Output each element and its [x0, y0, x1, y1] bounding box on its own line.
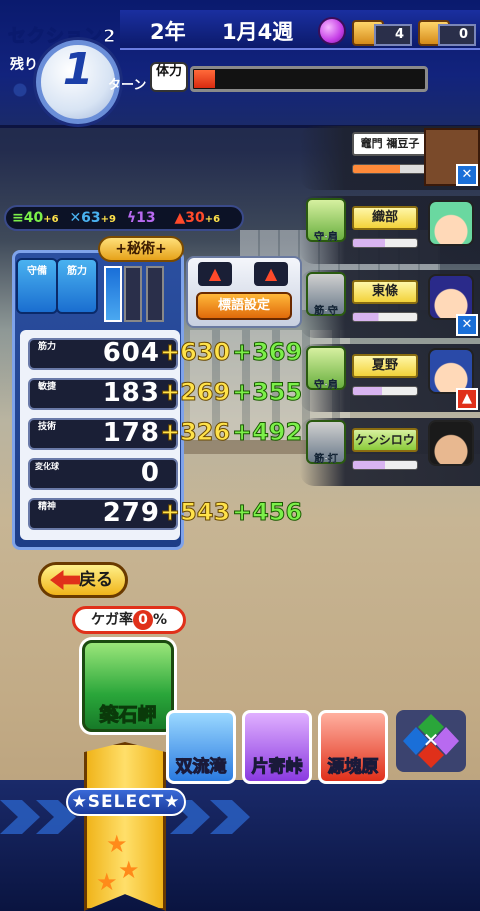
technique-points-icon: ≡	[12, 210, 24, 226]
event-marker-icon[interactable]: ✕	[456, 164, 478, 186]
flame-icon: ▲	[198, 262, 232, 286]
week-date-label: 1月4週	[222, 20, 294, 44]
chest-count: 4	[374, 24, 412, 46]
character-portrait	[428, 420, 474, 466]
power-stat-icon: 筋力	[37, 342, 56, 352]
character-bond-bar	[352, 460, 418, 470]
gold-chest-count: 0	[438, 24, 476, 46]
select-button[interactable]: ★SELECT★	[66, 788, 186, 816]
character-bond-bar	[352, 386, 418, 396]
skill-label: 守備	[27, 266, 47, 277]
character-bond-bar	[352, 164, 432, 174]
technique-stat-icon: 技術	[37, 422, 56, 432]
resource-bonus: +6	[204, 214, 221, 225]
defense-skill-card[interactable]: 守備	[16, 258, 58, 314]
spirit-stat-icon: 精神	[37, 502, 56, 512]
compass-cross-icon[interactable]: ✕	[396, 710, 466, 772]
character-name: 竈門 禰豆子	[352, 132, 428, 156]
character-bond-bar	[352, 238, 418, 248]
remaining-label: 残り	[10, 57, 38, 73]
stat-value: 183	[102, 378, 160, 408]
skill-gauge	[104, 266, 122, 322]
star-icon: ★	[106, 830, 128, 858]
spirit-points-icon: ϟ	[126, 210, 137, 226]
stamina-bar	[190, 66, 428, 92]
injury-value: 0	[132, 610, 153, 630]
character-name: 織部	[352, 206, 418, 230]
training-tag: 守·肩	[306, 198, 346, 243]
location-label: 築石岬	[99, 704, 157, 727]
resource-value: 30	[185, 210, 205, 226]
stamina-label: 体力	[150, 62, 188, 92]
injury-unit: %	[152, 612, 168, 628]
stat-bonus-primary: +543	[159, 498, 231, 527]
slogan-settings-button[interactable]: 標語設定	[196, 292, 292, 320]
location-label: 源塊原	[327, 757, 379, 778]
location-label: 双流滝	[175, 757, 227, 778]
injury-rate-badge: ケガ率 0%	[72, 606, 186, 634]
resource-value: 40	[23, 210, 44, 226]
breaking-ball-stat-icon: 変化球	[35, 462, 59, 471]
stat-bonus-primary: +326	[159, 418, 231, 447]
secret-art-button[interactable]: +秘術+	[98, 236, 184, 262]
power-skill-card[interactable]: 筋力	[56, 258, 98, 314]
character-name: 東條	[352, 280, 418, 304]
year-label: 2年	[150, 20, 186, 44]
stat-bonus-secondary: +369	[231, 338, 303, 367]
skill-label: 筋力	[67, 266, 87, 277]
stat-bonus-secondary: +355	[231, 378, 303, 407]
stat-bonus-secondary: +456	[231, 498, 303, 527]
stat-value: 279	[102, 498, 160, 528]
turn-unit-label: ターン	[108, 78, 147, 93]
resource-points-bar: ≡40+6 ✕63+9 ϟ13 ▲30+6	[4, 205, 244, 231]
agility-stat-icon: 敏捷	[37, 382, 56, 392]
training-tag: 守·肩	[306, 346, 346, 391]
skill-gauge	[124, 266, 142, 322]
star-icon: ★	[96, 868, 118, 896]
skill-gauge	[146, 266, 164, 322]
character-bond-bar	[352, 312, 418, 322]
character-name: ケンシロウ	[352, 428, 418, 452]
training-tag: 筋·打	[306, 420, 346, 465]
character-portrait	[428, 200, 474, 246]
stat-bonus-primary: +269	[159, 378, 231, 407]
power-points-icon: ▲	[174, 210, 186, 226]
character-name: 夏野	[352, 354, 418, 378]
resource-value: 63	[81, 210, 101, 226]
training-tag: 筋·守	[306, 272, 346, 317]
flame-icon: ▲	[254, 262, 288, 286]
svg-text:✕: ✕	[423, 728, 440, 752]
stat-bonus-secondary: +492	[231, 418, 303, 447]
stamina-bar-fill	[194, 70, 215, 88]
event-marker-icon[interactable]: ▲	[456, 388, 478, 410]
agility-points-icon: ✕	[69, 210, 82, 226]
stat-bonus-primary: +630	[159, 338, 231, 367]
resource-value: 13	[136, 210, 156, 226]
event-marker-icon[interactable]: ✕	[456, 314, 478, 336]
injury-label: ケガ率	[90, 612, 133, 628]
resource-bonus: +6	[43, 214, 59, 225]
magic-orb-icon[interactable]	[318, 17, 346, 45]
stat-value: 0	[140, 458, 160, 488]
stat-value: 604	[102, 338, 160, 368]
resource-bonus: +9	[100, 214, 116, 225]
stat-value: 178	[102, 418, 160, 448]
star-icon: ★	[118, 856, 140, 884]
location-label: 片寄峠	[251, 757, 303, 778]
